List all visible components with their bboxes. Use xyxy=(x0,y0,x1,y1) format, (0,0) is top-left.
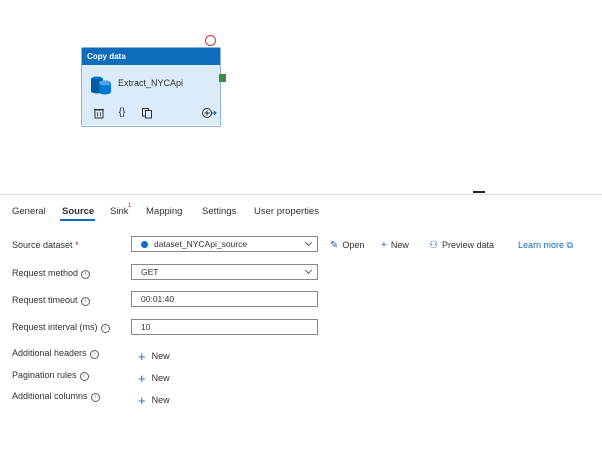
add-pagination-rule-button[interactable]: + New xyxy=(138,371,170,386)
code-icon[interactable]: {} xyxy=(116,107,128,119)
learn-more-link[interactable]: Learn more ⧉ xyxy=(518,240,573,251)
additional-columns-label: Additional columns i xyxy=(12,391,100,402)
request-timeout-label: Request timeout i xyxy=(12,295,90,306)
plus-icon: + xyxy=(381,240,387,251)
new-dataset-button[interactable]: + New xyxy=(381,240,409,251)
open-dataset-button[interactable]: ✎ Open xyxy=(330,240,364,251)
tab-user-properties[interactable]: User properties xyxy=(254,206,319,217)
info-icon: i xyxy=(100,324,110,333)
glasses-icon: ⚇ xyxy=(429,240,438,251)
info-icon: i xyxy=(79,372,89,381)
request-interval-input[interactable]: 10 xyxy=(131,319,318,335)
panel-resize-handle[interactable] xyxy=(473,191,485,193)
request-method-select[interactable]: GET xyxy=(131,264,318,280)
required-marker: * xyxy=(75,240,79,250)
request-interval-value: 10 xyxy=(141,322,151,332)
active-tab-indicator xyxy=(60,219,95,221)
pagination-rules-label: Pagination rules i xyxy=(12,370,89,381)
request-interval-label: Request interval (ms) i xyxy=(12,322,110,333)
tab-mapping[interactable]: Mapping xyxy=(146,206,182,217)
source-dataset-value: dataset_NYCApi_source xyxy=(154,239,248,249)
additional-headers-label: Additional headers i xyxy=(12,348,99,359)
copy-data-activity[interactable]: Copy data Extract_NYCApi {} xyxy=(81,47,221,127)
add-output-icon[interactable] xyxy=(201,107,217,119)
source-dataset-label: Source dataset * xyxy=(12,240,79,250)
tab-sink[interactable]: Sink xyxy=(110,206,128,217)
properties-tabbar: General Source Sink 1 Mapping Settings U… xyxy=(0,194,602,225)
request-method-value: GET xyxy=(141,267,159,277)
external-link-icon: ⧉ xyxy=(566,240,573,250)
tab-general[interactable]: General xyxy=(12,206,46,217)
source-dataset-select[interactable]: dataset_NYCApi_source xyxy=(131,236,318,252)
plus-icon: + xyxy=(138,349,146,364)
delete-icon[interactable] xyxy=(93,107,105,119)
info-icon: i xyxy=(89,350,99,359)
request-method-label: Request method i xyxy=(12,268,91,279)
copy-icon[interactable] xyxy=(141,107,153,119)
pencil-icon: ✎ xyxy=(330,240,339,251)
activity-type-label: Copy data xyxy=(82,48,220,65)
plus-icon: + xyxy=(138,393,146,408)
request-timeout-value: 00:01:40 xyxy=(141,294,175,304)
preview-data-button[interactable]: ⚇ Preview data xyxy=(429,240,494,251)
add-column-button[interactable]: + New xyxy=(138,393,170,408)
activity-name: Extract_NYCApi xyxy=(118,78,184,88)
add-header-button[interactable]: + New xyxy=(138,349,170,364)
sink-error-badge: 1 xyxy=(128,203,132,209)
activity-body: Extract_NYCApi {} xyxy=(82,65,220,125)
request-timeout-input[interactable]: 00:01:40 xyxy=(131,291,318,307)
info-icon: i xyxy=(90,393,100,402)
dataset-icon xyxy=(141,241,148,248)
info-icon: i xyxy=(81,270,91,279)
info-icon: i xyxy=(80,297,90,306)
plus-icon: + xyxy=(138,371,146,386)
tab-source[interactable]: Source xyxy=(62,206,94,217)
output-port-handle[interactable] xyxy=(219,74,226,82)
database-icon xyxy=(91,76,111,95)
activity-status-icon xyxy=(205,35,216,46)
tab-settings[interactable]: Settings xyxy=(202,206,236,217)
